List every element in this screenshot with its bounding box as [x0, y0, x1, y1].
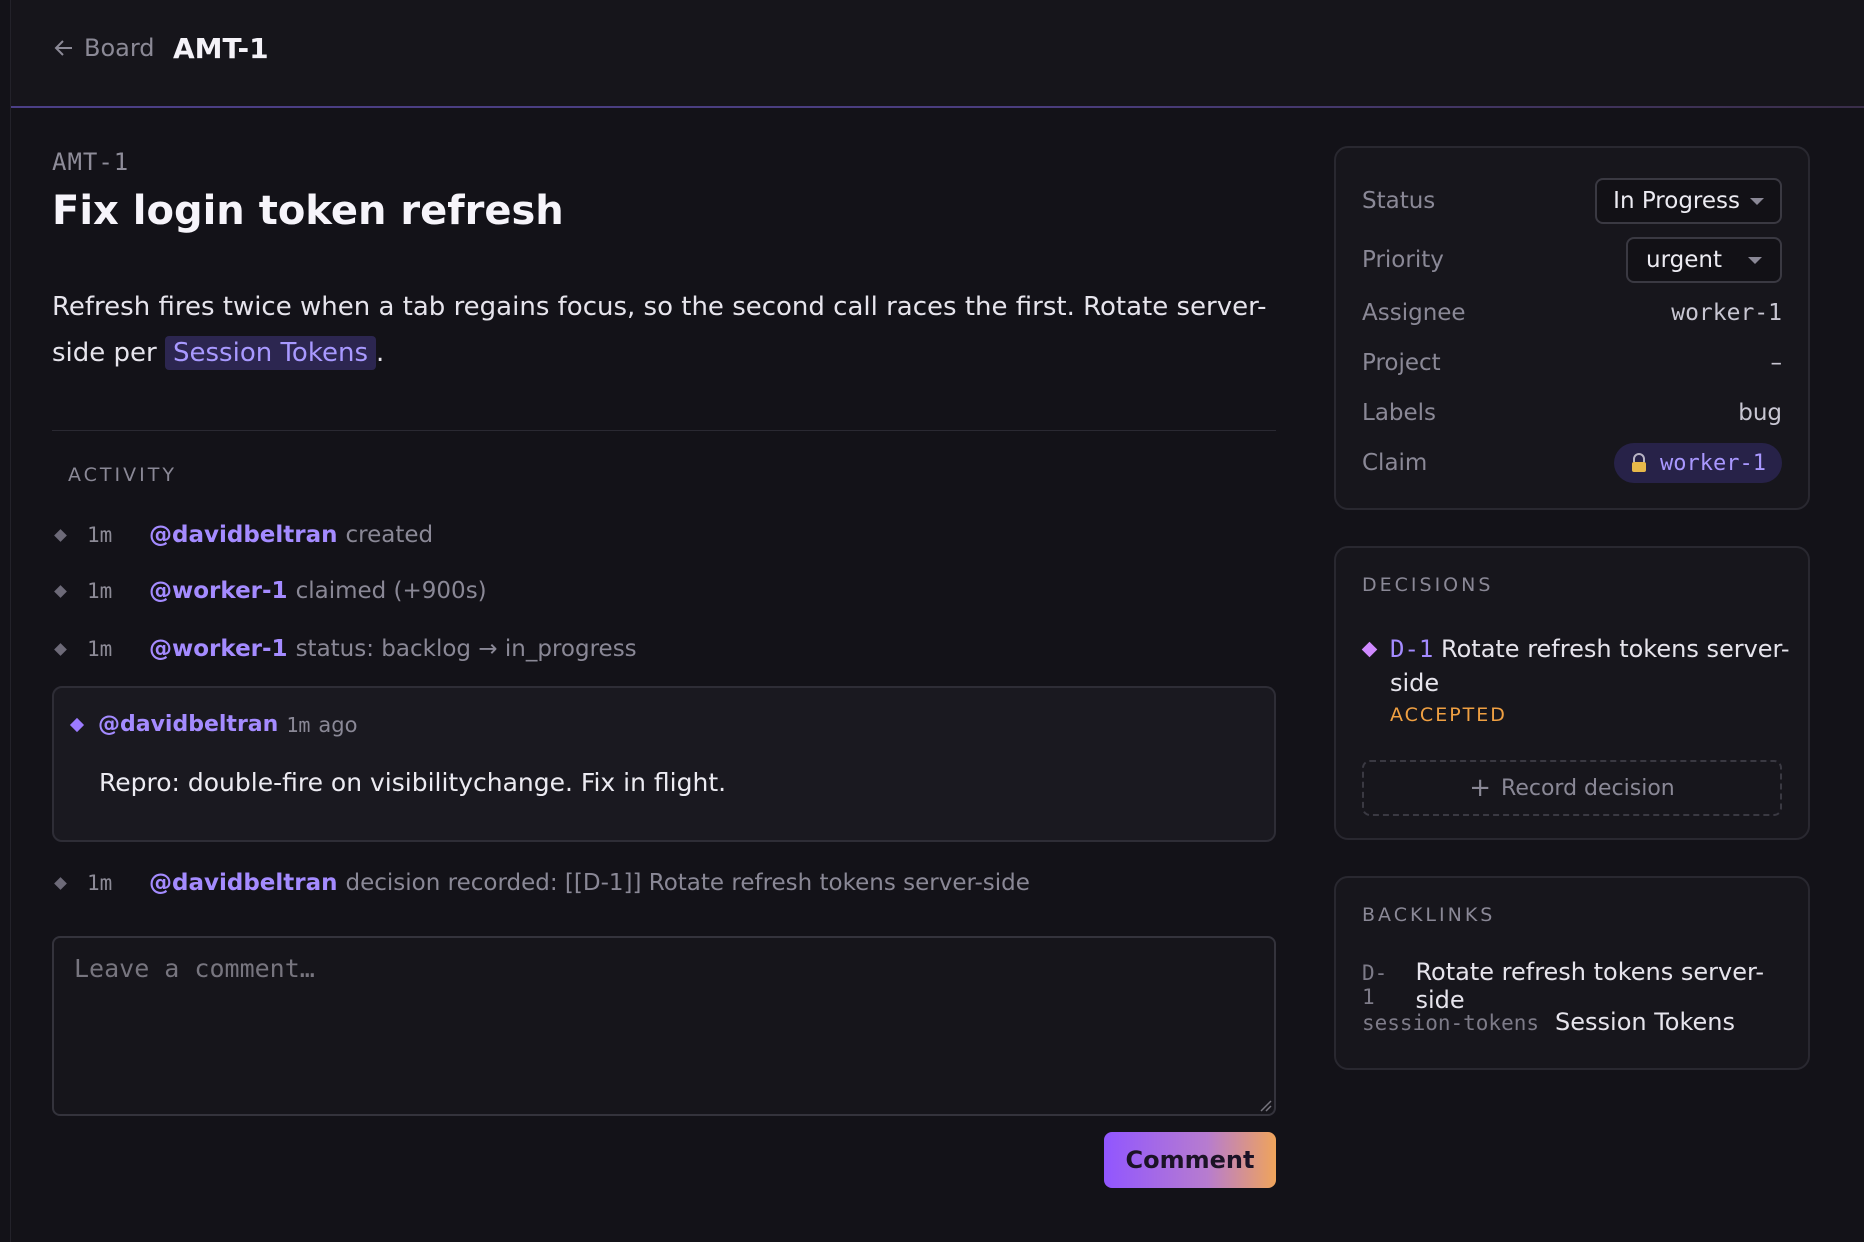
claim-label: Claim [1362, 450, 1428, 476]
event-age: 1m [87, 871, 113, 895]
event-text: created [345, 522, 434, 548]
comment-header: @davidbeltran 1m ago [69, 712, 358, 737]
left-border [10, 0, 11, 1242]
assignee-value: worker-1 [1671, 300, 1782, 326]
claim-row: Claim worker-1 [1362, 440, 1782, 486]
chevron-down-icon [1748, 256, 1762, 264]
lock-icon [1632, 453, 1647, 472]
event-age: 1m [87, 579, 113, 603]
status-value: In Progress [1613, 188, 1740, 214]
issue-key: AMT-1 [52, 148, 130, 176]
backlinks-card: BACKLINKS D-1 Rotate refresh tokens serv… [1334, 876, 1810, 1070]
status-select[interactable]: In Progress [1595, 178, 1782, 224]
comment-body: Repro: double-fire on visibilitychange. … [99, 768, 727, 797]
event-age: 1m [87, 523, 113, 547]
event-user-link[interactable]: @worker-1 [149, 636, 288, 662]
decision-marker-icon [1361, 641, 1378, 658]
claim-value: worker-1 [1660, 450, 1766, 476]
decisions-card: DECISIONS D-1 Rotate refresh tokens serv… [1334, 546, 1810, 840]
backlink-key: D-1 [1362, 961, 1388, 1009]
claim-pill: worker-1 [1614, 443, 1782, 483]
activity-event: 1m @worker-1 claimed (+900s) [52, 578, 487, 604]
activity-event: 1m @worker-1 status: backlog → in_progre… [52, 636, 637, 662]
breadcrumb-issue-title: AMT-1 [173, 32, 269, 65]
activity-heading: ACTIVITY [68, 464, 177, 486]
project-label: Project [1362, 350, 1441, 376]
priority-label: Priority [1362, 247, 1444, 273]
event-age: 1m [87, 637, 113, 661]
project-row: Project – [1362, 340, 1782, 386]
backlink-key: session-tokens [1362, 1011, 1540, 1035]
labels-label: Labels [1362, 400, 1437, 426]
priority-row: Priority urgent [1362, 237, 1782, 283]
event-text: claimed (+900s) [295, 578, 487, 604]
plus-icon: + [1469, 773, 1492, 803]
comment-marker-icon [69, 717, 85, 732]
comment-textarea[interactable] [52, 936, 1276, 1116]
event-user-link[interactable]: @davidbeltran [149, 522, 338, 548]
arrow-left-icon [54, 40, 72, 56]
event-user-link[interactable]: @davidbeltran [149, 870, 338, 896]
backlink-item[interactable]: D-1 Rotate refresh tokens server-side [1362, 958, 1808, 1014]
assignee-label: Assignee [1362, 300, 1466, 326]
status-row: Status In Progress [1362, 178, 1782, 224]
activity-event: 1m @davidbeltran created [52, 522, 433, 548]
event-user-link[interactable]: @worker-1 [149, 578, 288, 604]
decision-key[interactable]: D-1 [1390, 635, 1433, 663]
backlink-title: Session Tokens [1555, 1008, 1736, 1036]
comment-card: @davidbeltran 1m ago Repro: double-fire … [52, 686, 1276, 842]
activity-event: 1m @davidbeltran decision recorded: [[D-… [52, 870, 1030, 896]
decision-line: D-1 Rotate refresh tokens server-side [1390, 632, 1790, 700]
backlinks-heading: BACKLINKS [1362, 904, 1496, 926]
chevron-down-icon [1750, 197, 1764, 205]
top-bar-divider [11, 106, 1864, 108]
backlink-title: Rotate refresh tokens server-side [1415, 958, 1764, 1014]
event-marker-icon [54, 584, 67, 598]
resize-grip-icon[interactable] [1258, 1098, 1272, 1112]
issue-title: Fix login token refresh [52, 188, 564, 234]
event-marker-icon [54, 642, 67, 656]
decision-title: Rotate refresh tokens server-side [1390, 635, 1790, 697]
issue-description: Refresh fires twice when a tab regains f… [52, 284, 1272, 376]
backlink-item[interactable]: session-tokens Session Tokens [1362, 1008, 1735, 1036]
back-to-board-link[interactable]: Board [52, 34, 155, 62]
event-text: decision recorded: [[D-1]] Rotate refres… [345, 870, 1030, 896]
event-text: status: backlog → in_progress [295, 636, 637, 662]
labels-row: Labels bug [1362, 390, 1782, 436]
labels-value: bug [1738, 400, 1782, 426]
decision-status-badge: ACCEPTED [1390, 704, 1507, 726]
back-link-label: Board [84, 34, 155, 62]
comment-author-link[interactable]: @davidbeltran [98, 712, 278, 737]
properties-card: Status In Progress Priority urgent Assig… [1334, 146, 1810, 510]
event-marker-icon [54, 528, 67, 542]
decisions-heading: DECISIONS [1362, 574, 1494, 596]
comment-submit-button[interactable]: Comment [1104, 1132, 1276, 1188]
record-decision-label: Record decision [1501, 775, 1675, 801]
comment-ago: ago [318, 712, 358, 737]
assignee-row: Assignee worker-1 [1362, 290, 1782, 336]
top-bar [11, 0, 1864, 107]
priority-value: urgent [1646, 247, 1722, 273]
priority-select[interactable]: urgent [1626, 237, 1782, 283]
session-tokens-link[interactable]: Session Tokens [165, 336, 376, 370]
project-value: – [1770, 350, 1783, 376]
issue-page: Board AMT-1 AMT-1 Fix login token refres… [0, 0, 1864, 1242]
event-marker-icon [54, 876, 67, 890]
comment-age: 1m [286, 712, 311, 737]
status-label: Status [1362, 188, 1436, 214]
description-end: . [376, 338, 385, 368]
section-divider [52, 430, 1276, 431]
record-decision-button[interactable]: + Record decision [1362, 760, 1782, 816]
